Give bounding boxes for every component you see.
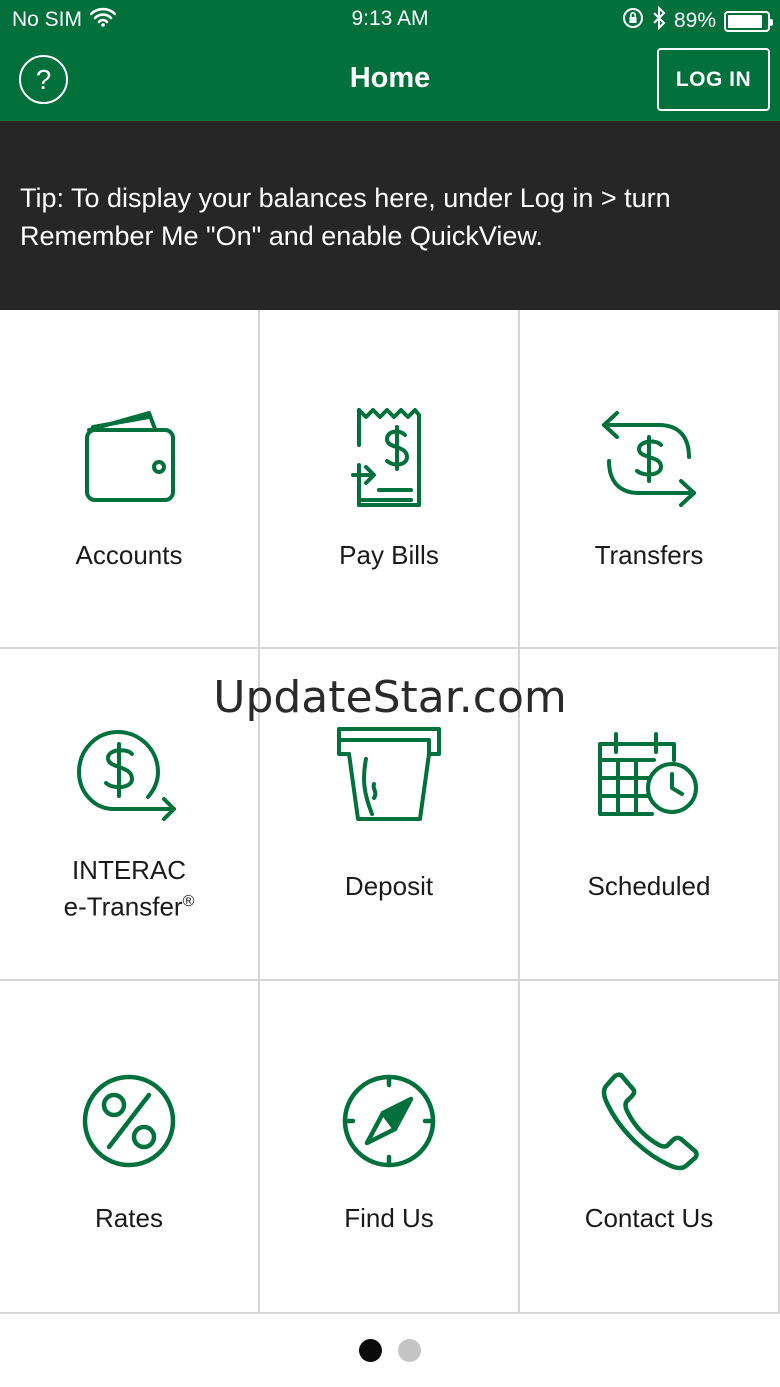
registered-mark: ® [182, 893, 195, 910]
page-dot-2[interactable] [398, 1339, 421, 1362]
tile-label: Pay Bills [339, 540, 439, 570]
tile-transfers[interactable]: Transfers [520, 310, 780, 649]
e-transfer-icon [74, 724, 184, 829]
tile-label: Contact Us [584, 1203, 714, 1233]
tile-rates[interactable]: Rates [0, 981, 260, 1314]
battery-icon [724, 10, 773, 32]
tile-label: Rates [95, 1203, 163, 1233]
tile-interac-e-transfer[interactable]: INTERAC e-Transfer® [0, 649, 260, 981]
status-bar: No SIM 9:13 AM 89% [0, 0, 780, 40]
bill-icon [339, 405, 439, 520]
phone-icon [599, 1071, 699, 1176]
tile-accounts[interactable]: Accounts [0, 310, 260, 649]
tile-scheduled[interactable]: Scheduled [520, 649, 780, 981]
calendar-clock-icon [594, 724, 704, 829]
menu-grid: Accounts Pay Bills Transfers INTERAC e-T… [0, 310, 780, 1314]
page-dot-1[interactable] [359, 1339, 382, 1362]
tile-deposit[interactable]: Deposit [260, 649, 520, 981]
tile-label: Deposit [344, 871, 434, 901]
compass-icon [339, 1071, 439, 1176]
tile-find-us[interactable]: Find Us [260, 981, 520, 1314]
tile-label: Accounts [75, 540, 183, 570]
percent-icon [79, 1071, 179, 1176]
tile-label: Scheduled [587, 871, 711, 901]
app-header: No SIM 9:13 AM 89% ? Home LOG IN [0, 0, 780, 121]
tile-pay-bills[interactable]: Pay Bills [260, 310, 520, 649]
page-indicator [0, 1314, 780, 1387]
login-button[interactable]: LOG IN [657, 48, 770, 111]
tile-label-line2: e-Transfer [63, 891, 183, 922]
tile-label: Transfers [594, 540, 704, 570]
wallet-icon [79, 405, 179, 520]
battery-percent: 89% [673, 9, 716, 32]
bluetooth-icon [652, 5, 666, 36]
rotation-lock-icon [622, 7, 644, 35]
tip-banner: Tip: To display your balances here, unde… [0, 121, 780, 310]
tip-text: Tip: To display your balances here, unde… [20, 183, 671, 251]
tile-label: INTERAC e-Transfer® [0, 855, 258, 923]
tile-contact-us[interactable]: Contact Us [520, 981, 780, 1314]
tile-label-line1: INTERAC [71, 855, 187, 885]
transfer-icon [599, 405, 699, 520]
tile-label: Find Us [344, 1203, 434, 1233]
deposit-icon [334, 724, 444, 829]
